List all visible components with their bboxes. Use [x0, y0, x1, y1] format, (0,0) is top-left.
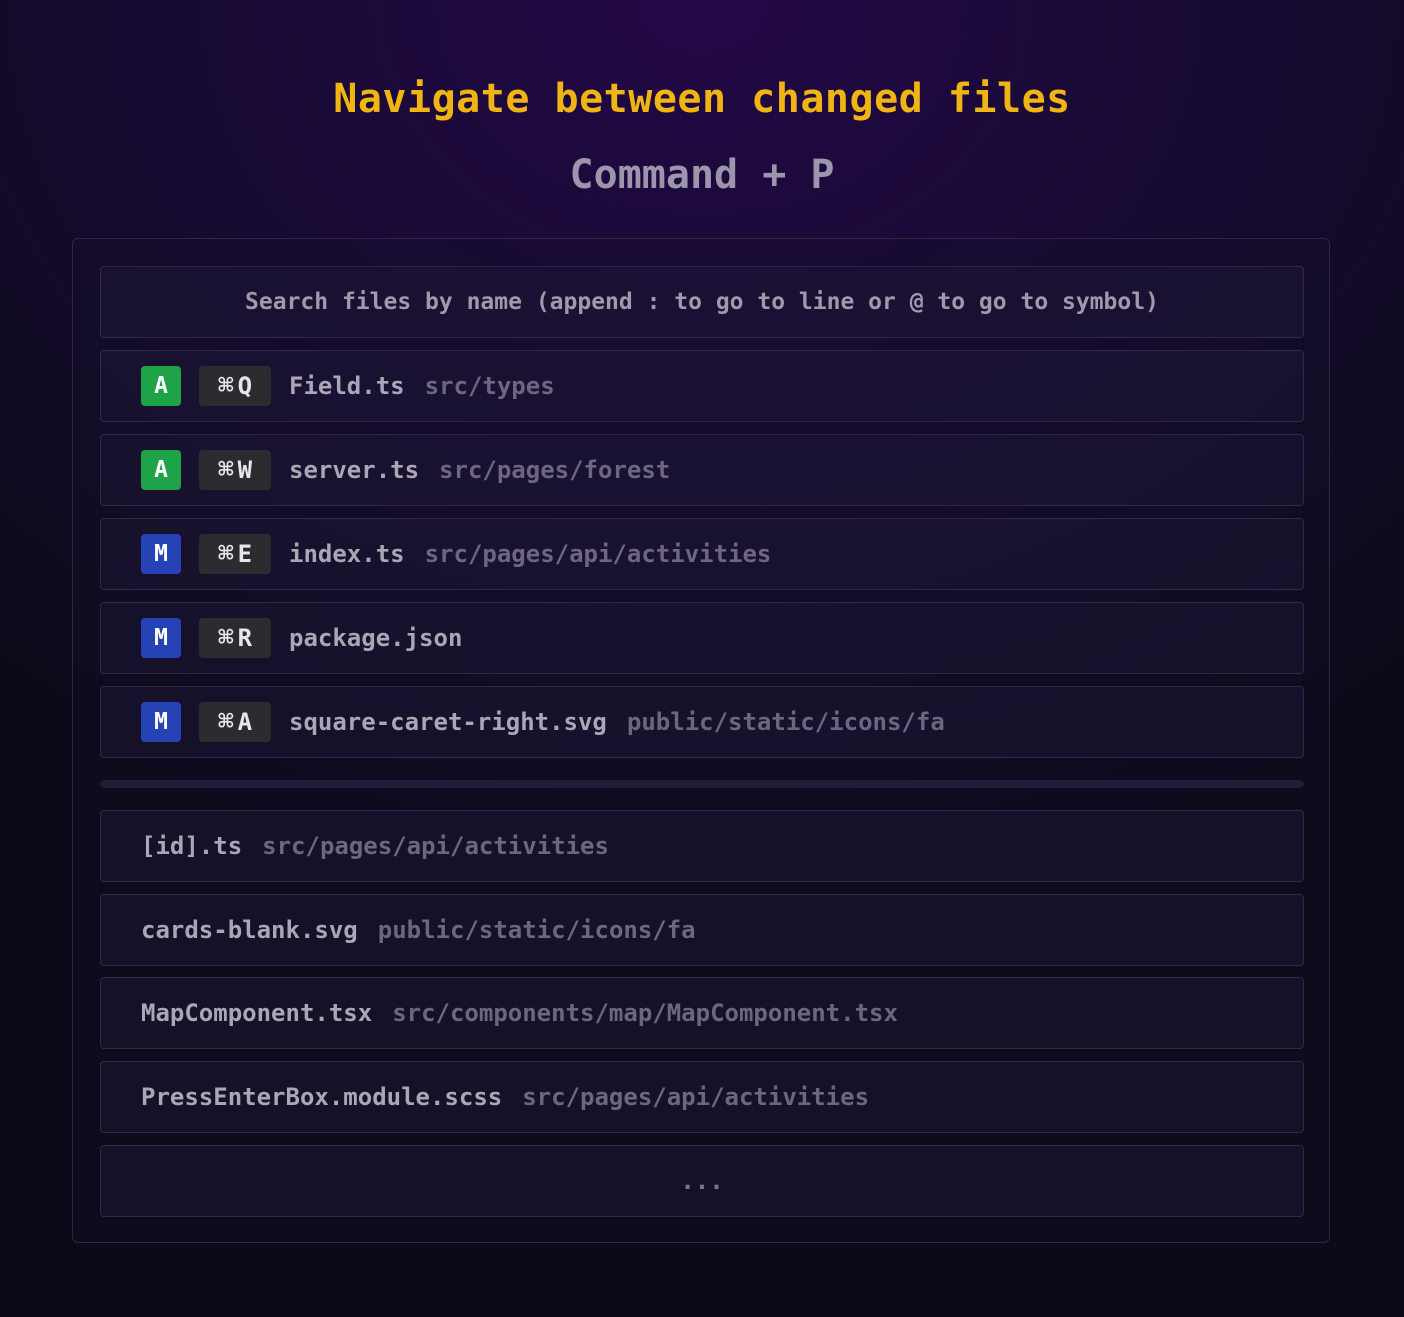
file-row[interactable]: cards-blank.svg public/static/icons/fa [100, 894, 1304, 966]
shortcut-key: ⌘ A [199, 702, 271, 742]
search-input[interactable]: Search files by name (append : to go to … [100, 266, 1304, 338]
file-navigator-panel: Search files by name (append : to go to … [72, 238, 1330, 1243]
file-name: MapComponent.tsx [141, 999, 373, 1027]
added-status-badge: A [141, 450, 181, 490]
more-results-button[interactable]: ... [100, 1145, 1304, 1217]
file-path: src/pages/api/activities [522, 1083, 870, 1111]
file-path: src/types [424, 372, 555, 400]
file-path: src/components/map/MapComponent.tsx [392, 999, 898, 1027]
shortcut-letter: W [237, 456, 253, 484]
file-name: index.ts [289, 540, 405, 568]
modified-status-badge: M [141, 534, 181, 574]
keyboard-shortcut-label: Command + P [569, 152, 835, 198]
modified-status-badge: M [141, 618, 181, 658]
shortcut-letter: Q [237, 372, 253, 400]
changed-file-row[interactable]: A ⌘ W server.ts src/pages/forest [100, 434, 1304, 506]
file-path: src/pages/forest [439, 456, 671, 484]
shortcut-key: ⌘ E [199, 534, 271, 574]
file-path: public/static/icons/fa [626, 708, 945, 736]
added-status-badge: A [141, 366, 181, 406]
shortcut-letter: A [237, 708, 253, 736]
changed-file-row[interactable]: A ⌘ Q Field.ts src/types [100, 350, 1304, 422]
command-key-icon: ⌘ [217, 371, 234, 401]
changed-file-row[interactable]: M ⌘ A square-caret-right.svg public/stati… [100, 686, 1304, 758]
file-name: cards-blank.svg [141, 916, 358, 944]
file-path: src/pages/api/activities [424, 540, 772, 568]
command-key-icon: ⌘ [217, 455, 234, 485]
section-divider [100, 780, 1304, 788]
file-path: src/pages/api/activities [262, 832, 609, 860]
file-row[interactable]: MapComponent.tsx src/components/map/MapC… [100, 977, 1304, 1049]
file-name: PressEnterBox.module.scss [141, 1083, 503, 1111]
shortcut-key: ⌘ W [199, 450, 271, 490]
shortcut-letter: E [237, 540, 253, 568]
file-name: square-caret-right.svg [289, 708, 607, 736]
changed-file-row[interactable]: M ⌘ R package.json [100, 602, 1304, 674]
shortcut-letter: R [237, 624, 253, 652]
page-title: Navigate between changed files [333, 76, 1071, 122]
command-key-icon: ⌘ [217, 539, 234, 569]
command-key-icon: ⌘ [217, 707, 234, 737]
file-name: package.json [289, 624, 463, 652]
file-row[interactable]: [id].ts src/pages/api/activities [100, 810, 1304, 882]
file-name: [id].ts [141, 832, 243, 860]
shortcut-key: ⌘ R [199, 618, 271, 658]
file-name: server.ts [289, 456, 420, 484]
modified-status-badge: M [141, 702, 181, 742]
file-row[interactable]: PressEnterBox.module.scss src/pages/api/… [100, 1061, 1304, 1133]
changed-file-row[interactable]: M ⌘ E index.ts src/pages/api/activities [100, 518, 1304, 590]
shortcut-key: ⌘ Q [199, 366, 271, 406]
file-path: public/static/icons/fa [377, 916, 696, 944]
file-name: Field.ts [289, 372, 405, 400]
command-key-icon: ⌘ [217, 623, 234, 653]
